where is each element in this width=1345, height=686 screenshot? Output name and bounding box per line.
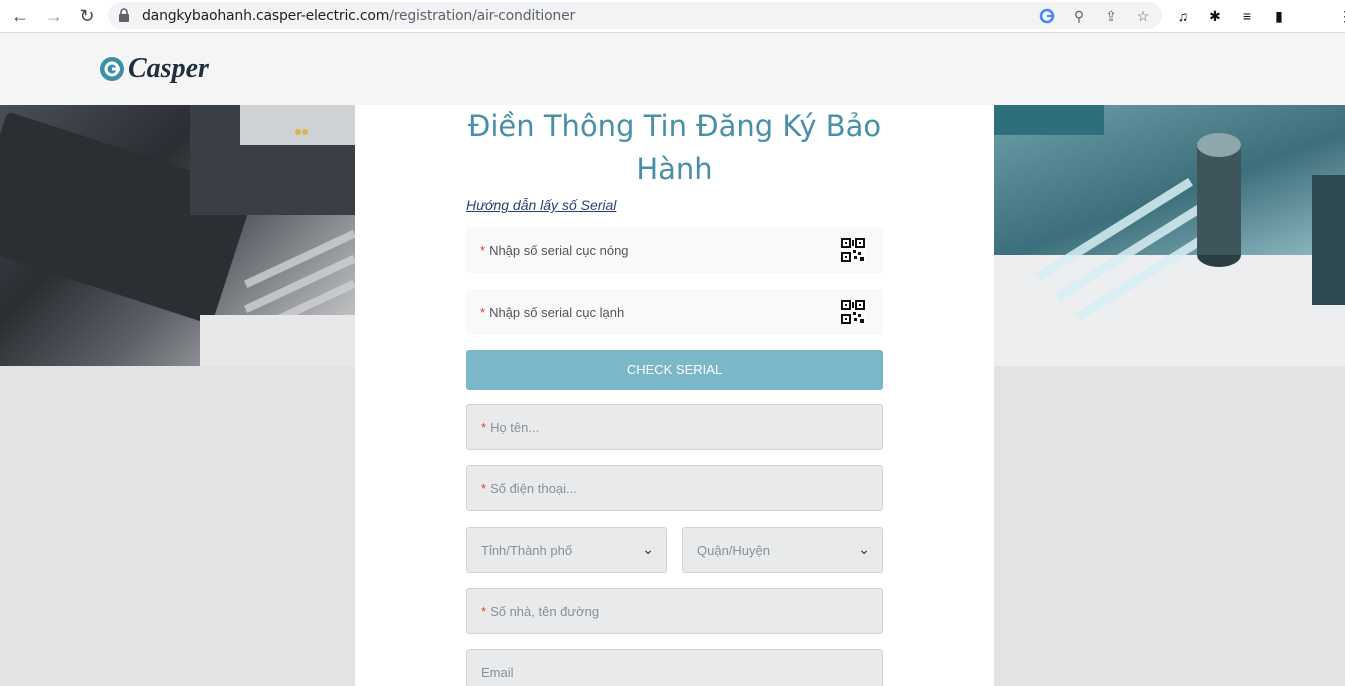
qr-scan-icon[interactable]: [841, 300, 865, 324]
media-queue-icon[interactable]: ≡: [1236, 6, 1258, 26]
address-field[interactable]: * Số nhà, tên đường: [466, 588, 883, 634]
phone-field[interactable]: * Số điện thoại...: [466, 465, 883, 511]
back-icon[interactable]: ←: [8, 4, 32, 28]
forward-icon[interactable]: →: [42, 4, 66, 28]
menu-kebab-icon[interactable]: ⋮: [1334, 6, 1345, 26]
email-field[interactable]: Email: [466, 649, 883, 686]
serial-hot-input[interactable]: * Nhập số serial cục nóng: [466, 227, 883, 273]
music-extension-icon[interactable]: ♫: [1172, 6, 1194, 26]
zoom-icon[interactable]: ⚲: [1068, 6, 1090, 26]
province-select[interactable]: Tỉnh/Thành phố ⌄: [466, 527, 667, 573]
chevron-down-icon: ⌄: [858, 541, 870, 557]
district-select[interactable]: Quận/Huyện ⌄: [682, 527, 883, 573]
qr-scan-icon[interactable]: [841, 238, 865, 262]
serial-cold-input[interactable]: * Nhập số serial cục lạnh: [466, 289, 883, 335]
page-title: Điền Thông Tin Đăng Ký Bảo Hành: [467, 109, 882, 186]
hero-image-right: [994, 105, 1345, 366]
google-icon[interactable]: [1036, 6, 1058, 26]
lock-icon: [119, 8, 129, 22]
browser-toolbar: ← → ↻ dangkybaohanh.casper-electric.com/…: [0, 0, 1345, 33]
registration-form: Điền Thông Tin Đăng Ký Bảo Hành Hướng dẫ…: [355, 105, 994, 686]
full-name-field[interactable]: * Họ tên...: [466, 404, 883, 450]
hero-image-left: [0, 105, 355, 366]
site-header: Casper: [0, 33, 1345, 105]
casper-logo-icon: [100, 57, 124, 81]
url-text: dangkybaohanh.casper-electric.com/regist…: [142, 8, 576, 24]
side-panel-icon[interactable]: ▮: [1268, 6, 1290, 26]
casper-logo[interactable]: Casper: [98, 53, 209, 85]
bookmark-star-icon[interactable]: ☆: [1132, 6, 1154, 26]
extensions-puzzle-icon[interactable]: ✱: [1204, 6, 1226, 26]
serial-guide-link[interactable]: Hướng dẫn lấy số Serial: [466, 197, 616, 213]
chevron-down-icon: ⌄: [642, 541, 654, 557]
check-serial-button[interactable]: CHECK SERIAL: [466, 350, 883, 390]
share-icon[interactable]: ⇪: [1100, 6, 1122, 26]
address-bar[interactable]: dangkybaohanh.casper-electric.com/regist…: [108, 2, 1162, 29]
reload-icon[interactable]: ↻: [75, 4, 99, 28]
